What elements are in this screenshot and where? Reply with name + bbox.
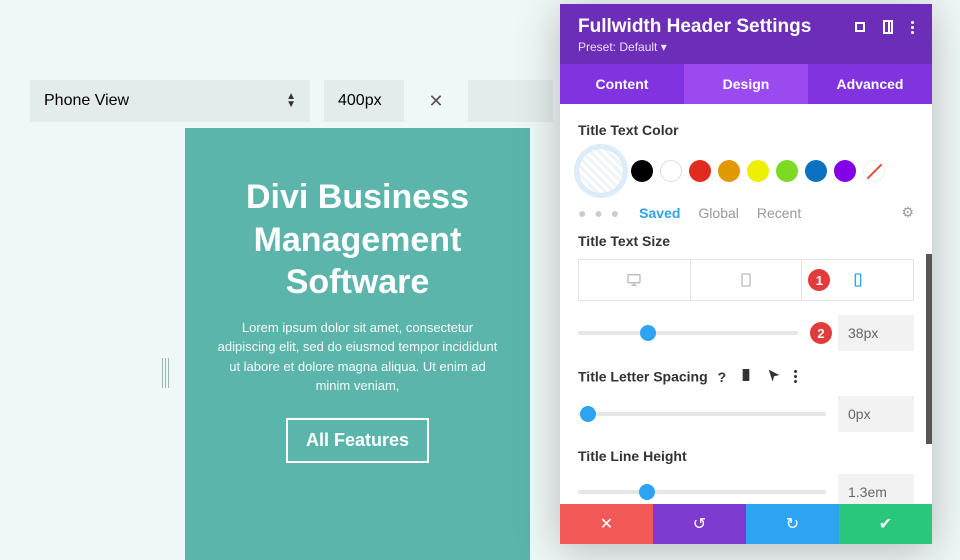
text-size-value[interactable]: 38px <box>838 315 914 351</box>
snap-icon[interactable] <box>883 20 893 34</box>
badge-1: 1 <box>808 269 830 291</box>
swatch-transparent[interactable] <box>578 148 624 194</box>
gear-icon[interactable]: ⚙ <box>901 204 914 221</box>
line-height-value[interactable]: 1.3em <box>838 474 914 504</box>
save-button[interactable]: ✔ <box>839 504 932 544</box>
cancel-button[interactable]: ✕ <box>560 504 653 544</box>
letter-spacing-slider[interactable] <box>578 412 826 416</box>
panel-header: Fullwidth Header Settings Preset: Defaul… <box>560 4 932 64</box>
redo-button[interactable]: ↻ <box>746 504 839 544</box>
palette-dots-icon[interactable]: ● ● ● <box>578 205 621 221</box>
swatch-orange[interactable] <box>718 160 740 182</box>
swatch-white[interactable] <box>660 160 682 182</box>
preset-line[interactable]: Preset: Default ▾ <box>578 40 914 54</box>
scrollbar[interactable] <box>926 254 932 444</box>
text-size-slider-row: 2 38px <box>578 315 914 351</box>
swatch-red[interactable] <box>689 160 711 182</box>
help-icon[interactable]: ? <box>718 369 727 385</box>
color-palette-tabs: ● ● ● Saved Global Recent ⚙ <box>578 204 914 221</box>
color-swatches <box>578 148 914 194</box>
preview-cta-button[interactable]: All Features <box>286 418 429 463</box>
swatch-none[interactable] <box>863 160 885 182</box>
settings-panel: Fullwidth Header Settings Preset: Defaul… <box>560 4 932 544</box>
device-tablet[interactable] <box>691 260 803 300</box>
more-icon[interactable] <box>911 21 914 34</box>
letter-spacing-label: Title Letter Spacing ? <box>578 367 914 386</box>
line-height-slider[interactable] <box>578 490 826 494</box>
tab-advanced[interactable]: Advanced <box>808 64 932 104</box>
swatch-yellow[interactable] <box>747 160 769 182</box>
chevron-down-icon: ▾ <box>661 40 667 54</box>
device-desktop[interactable] <box>579 260 691 300</box>
option-more-icon[interactable] <box>794 370 797 383</box>
device-tabs: 1 <box>578 259 914 301</box>
responsive-icon[interactable] <box>738 367 754 386</box>
phone-preview: Divi Business Management Software Lorem … <box>185 128 530 560</box>
tab-design[interactable]: Design <box>684 64 808 104</box>
viewport-width-value: 400px <box>338 92 382 110</box>
device-phone[interactable]: 1 <box>802 260 913 300</box>
swatch-blue[interactable] <box>805 160 827 182</box>
palette-recent[interactable]: Recent <box>757 205 801 221</box>
viewport-mode-select[interactable]: Phone View ▲▼ <box>30 80 310 122</box>
panel-title: Fullwidth Header Settings <box>578 16 811 38</box>
viewport-clear-button[interactable]: ✕ <box>418 80 454 122</box>
letter-spacing-slider-row: 0px <box>578 396 914 432</box>
swatch-black[interactable] <box>631 160 653 182</box>
title-text-color-label: Title Text Color <box>578 122 914 138</box>
palette-saved[interactable]: Saved <box>639 205 680 221</box>
panel-footer: ✕ ↺ ↻ ✔ <box>560 504 932 544</box>
tab-content[interactable]: Content <box>560 64 684 104</box>
line-height-slider-row: 1.3em <box>578 474 914 504</box>
viewport-mode-label: Phone View <box>44 92 129 110</box>
select-arrows-icon: ▲▼ <box>286 93 296 109</box>
hover-icon[interactable] <box>766 367 782 386</box>
resize-handle[interactable] <box>162 358 169 388</box>
viewport-width-input[interactable]: 400px <box>324 80 404 122</box>
badge-2: 2 <box>810 322 832 344</box>
viewport-spacer <box>468 80 553 122</box>
line-height-label: Title Line Height <box>578 448 914 464</box>
undo-button[interactable]: ↺ <box>653 504 746 544</box>
preview-heading: Divi Business Management Software <box>213 176 502 304</box>
panel-body: Title Text Color ● ● ● Saved Global Rece… <box>560 104 932 504</box>
viewport-controls: Phone View ▲▼ 400px ✕ <box>30 80 553 122</box>
palette-global[interactable]: Global <box>698 205 738 221</box>
title-text-size-label: Title Text Size <box>578 233 914 249</box>
letter-spacing-value[interactable]: 0px <box>838 396 914 432</box>
preview-paragraph: Lorem ipsum dolor sit amet, consectetur … <box>213 318 502 396</box>
text-size-slider[interactable] <box>578 331 798 335</box>
swatch-purple[interactable] <box>834 160 856 182</box>
expand-icon[interactable] <box>855 22 865 32</box>
panel-tabs: Content Design Advanced <box>560 64 932 104</box>
swatch-green[interactable] <box>776 160 798 182</box>
